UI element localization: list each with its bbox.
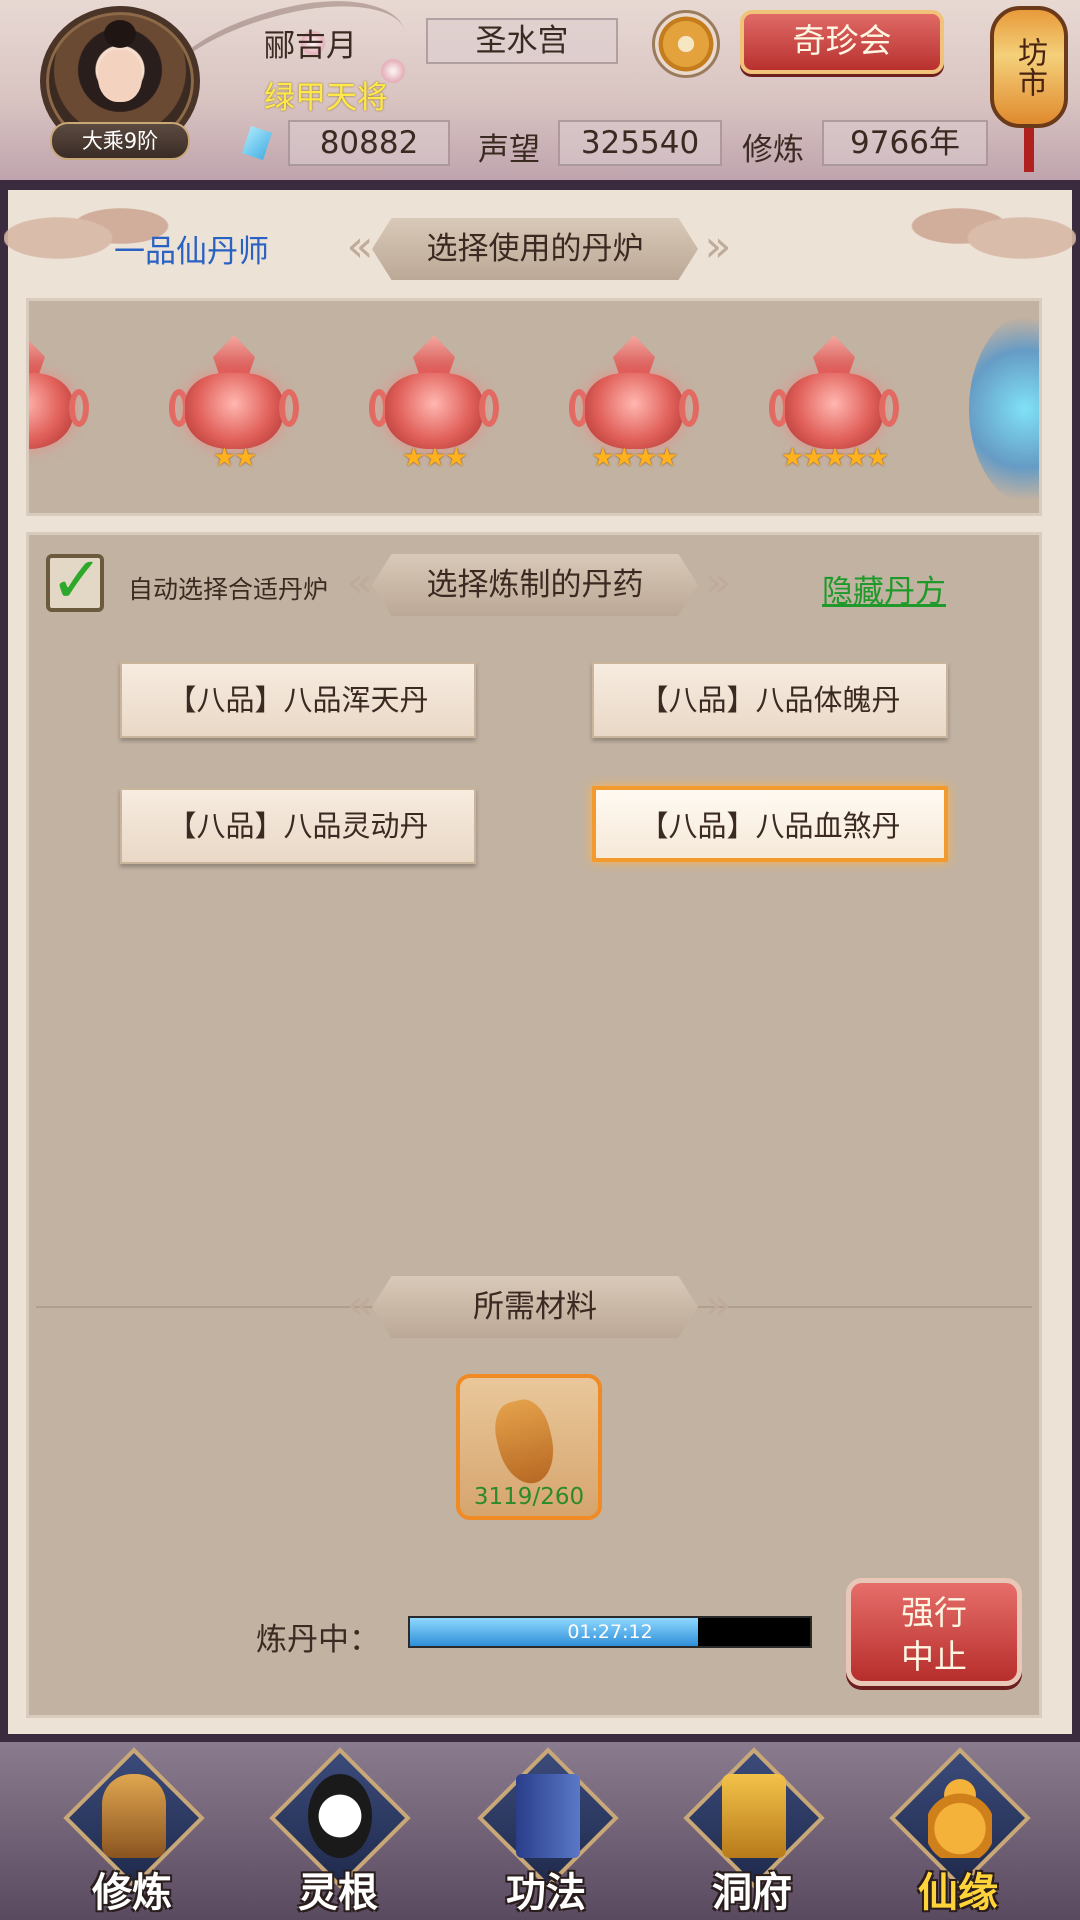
recipe-button-lingdong[interactable]: 【八品】八品灵动丹: [120, 788, 476, 864]
chevron-right-icon: »: [704, 221, 732, 272]
furnace-section-title: 选择使用的丹炉: [372, 218, 698, 280]
furnace-item[interactable]: ★★★: [369, 335, 499, 481]
furnace-item[interactable]: [29, 335, 89, 481]
furnace-stars: ★★: [212, 443, 258, 473]
furnace-body: [385, 373, 483, 449]
alchemist-rank-label: 一品仙丹师: [114, 234, 269, 270]
refining-timer: 01:27:12: [567, 1621, 653, 1643]
nav-item-spirit-root[interactable]: 灵根: [258, 1747, 418, 1916]
furnace-handle: [279, 389, 299, 427]
avatar-face: [98, 50, 142, 102]
nav-label: 仙缘: [918, 1870, 998, 1916]
furnace-handle: [69, 389, 89, 427]
nav-label: 功法: [506, 1870, 586, 1916]
player-avatar-button[interactable]: 大乘9阶: [36, 6, 204, 160]
furnace-stars: ★★★★★: [780, 443, 890, 473]
market-lantern-button[interactable]: 坊市: [990, 6, 1068, 128]
hide-recipes-link[interactable]: 隐藏丹方: [822, 566, 946, 611]
player-name: 郦吉月: [264, 28, 357, 64]
furnace-lid: [213, 335, 255, 375]
realm-rank-badge: 大乘9阶: [50, 122, 190, 160]
cultivation-label: 修炼: [742, 132, 804, 168]
hooded-monk-icon: [102, 1774, 166, 1858]
cloud-corner-decoration: [896, 190, 1076, 270]
furnace-handle: [479, 389, 499, 427]
player-title: 绿甲天将: [264, 80, 388, 116]
furnace-item[interactable]: ★★: [169, 335, 299, 481]
pagoda-icon: [722, 1774, 786, 1858]
nav-label: 洞府: [712, 1870, 792, 1916]
treasure-auction-button[interactable]: 奇珍会: [740, 10, 944, 74]
materials-section-title: 所需材料: [372, 1276, 698, 1338]
spirit-stones-value: 80882: [288, 120, 450, 166]
recipe-section-title: 选择炼制的丹药: [372, 554, 698, 616]
reputation-label: 声望: [478, 132, 540, 168]
furnace-lid: [613, 335, 655, 375]
furnace-lid: [29, 335, 45, 375]
nav-label: 灵根: [298, 1870, 378, 1916]
chevron-right-icon: »: [704, 1279, 732, 1330]
force-stop-button[interactable]: 强行 中止: [846, 1578, 1022, 1686]
chevron-right-icon: »: [704, 557, 732, 608]
material-count: 3119/260: [473, 1484, 585, 1510]
nav-label: 修炼: [92, 1870, 172, 1916]
yin-yang-sword-icon: [308, 1774, 372, 1858]
reputation-value: 325540: [558, 120, 722, 166]
refining-status-label: 炼丹中：: [256, 1622, 380, 1658]
book-icon: [516, 1774, 580, 1858]
furnace-lid: [813, 335, 855, 375]
furnace-lid: [413, 335, 455, 375]
recipe-button-huntian[interactable]: 【八品】八品浑天丹: [120, 662, 476, 738]
bottom-navigation: 修炼 灵根 功法 洞府 仙缘: [0, 1742, 1080, 1920]
furnace-stars: ★★★: [402, 443, 468, 473]
force-stop-label-line2: 中止: [901, 1637, 967, 1676]
auto-select-furnace-label: 自动选择合适丹炉: [128, 575, 329, 604]
nav-item-cultivate[interactable]: 修炼: [52, 1747, 212, 1916]
sect-name-box: 圣水宫: [426, 18, 618, 64]
furnace-body: [585, 373, 683, 449]
recipe-button-tipo[interactable]: 【八品】八品体魄丹: [592, 662, 948, 738]
lantern-tassel-decoration: [1024, 128, 1034, 172]
furnace-body: [785, 373, 883, 449]
material-slot[interactable]: 3119/260: [456, 1374, 602, 1520]
furnace-body: [185, 373, 283, 449]
gourd-icon: [928, 1774, 992, 1858]
ginseng-icon: [488, 1394, 562, 1490]
nav-item-fortune[interactable]: 仙缘: [878, 1747, 1038, 1916]
portal-swirl-icon: [969, 309, 1039, 509]
furnace-carousel[interactable]: ★★ ★★★ ★★★★ ★★★★★: [26, 298, 1042, 516]
cultivation-years-value: 9766年: [822, 120, 988, 166]
top-status-bar: 大乘9阶 郦吉月 绿甲天将 圣水宫 奇珍会 坊市 80882 声望 325540…: [0, 0, 1080, 180]
force-stop-label-line1: 强行: [901, 1593, 967, 1632]
furnace-stars: ★★★★: [591, 443, 678, 473]
furnace-item[interactable]: ★★★★★: [769, 335, 899, 481]
nav-item-techniques[interactable]: 功法: [466, 1747, 626, 1916]
avatar-hair: [104, 20, 136, 48]
nav-item-cave[interactable]: 洞府: [672, 1747, 832, 1916]
furnace-handle: [879, 389, 899, 427]
refining-progress-bar: 01:27:12: [408, 1616, 812, 1648]
furnace-handle: [679, 389, 699, 427]
auto-select-furnace-checkbox[interactable]: ✓: [46, 549, 104, 613]
furnace-item[interactable]: ★★★★: [569, 335, 699, 481]
furnace-body: [29, 373, 73, 449]
recipe-button-xuesha[interactable]: 【八品】八品血煞丹: [592, 786, 948, 862]
settings-gear-icon[interactable]: [652, 10, 720, 78]
